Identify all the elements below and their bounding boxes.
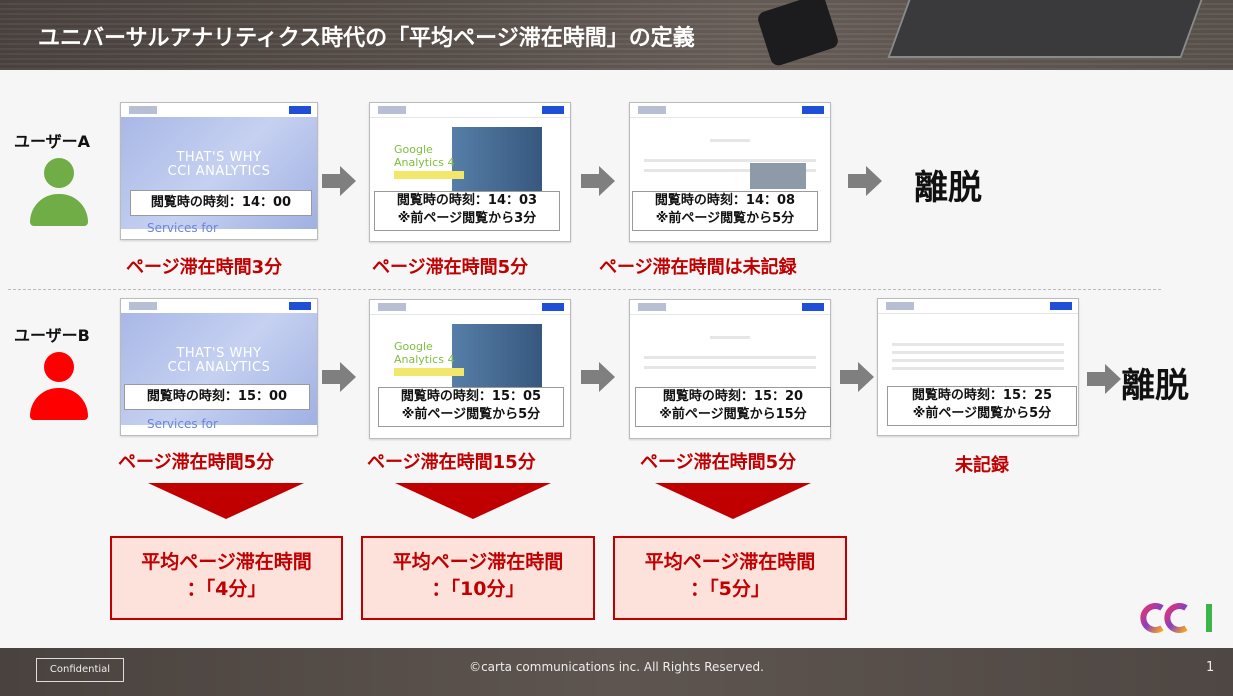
row-b-label-4: 未記録 bbox=[955, 455, 1009, 476]
cci-hero-text: THAT'S WHY CCI ANALYTICS bbox=[167, 346, 271, 375]
down-triangle-icon bbox=[655, 483, 811, 519]
row-b-exit: 離脱 bbox=[1121, 366, 1189, 406]
row-a-caption-1: 閲覧時の時刻：14：00 bbox=[130, 190, 312, 216]
user-b-label: ユーザーB bbox=[14, 326, 90, 345]
user-b-avatar bbox=[30, 352, 90, 422]
row-b-label-3: ページ滞在時間5分 bbox=[640, 452, 797, 473]
row-b-label-1: ページ滞在時間5分 bbox=[118, 452, 275, 473]
row-b-caption-2: 閲覧時の時刻：15：05 ※前ページ閲覧から5分 bbox=[378, 387, 564, 427]
page-number: 1 bbox=[1206, 660, 1215, 675]
row-b-caption-1: 閲覧時の時刻：15：00 bbox=[124, 384, 310, 410]
row-a-caption-2: 閲覧時の時刻：14：03 ※前ページ閲覧から3分 bbox=[374, 191, 560, 231]
row-b-shot-1: THAT'S WHY CCI ANALYTICS Services for bbox=[120, 298, 318, 436]
laptop-decoration bbox=[887, 0, 1205, 58]
row-a-shot-1: THAT'S WHY CCI ANALYTICS Services for bbox=[120, 102, 318, 240]
average-box-c: 平均ページ滞在時間 ：「5分」 bbox=[613, 536, 847, 620]
down-triangle-icon bbox=[395, 483, 551, 519]
arrow-right-icon bbox=[581, 362, 615, 392]
row-divider bbox=[8, 289, 1161, 290]
cci-logo bbox=[1140, 603, 1212, 633]
row-b-label-2: ページ滞在時間15分 bbox=[367, 452, 536, 473]
row-a-label-3: ページ滞在時間は未記録 bbox=[599, 257, 797, 278]
row-a-label-2: ページ滞在時間5分 bbox=[372, 257, 529, 278]
slide-title: ユニバーサルアナリティクス時代の「平均ページ滞在時間」の定義 bbox=[38, 26, 695, 51]
user-a-avatar bbox=[30, 158, 90, 228]
row-b-caption-3: 閲覧時の時刻：15：20 ※前ページ閲覧から15分 bbox=[635, 387, 831, 427]
user-a-label: ユーザーA bbox=[14, 132, 91, 151]
ga4-text: Google Analytics 4 bbox=[394, 340, 455, 366]
arrow-right-icon bbox=[581, 166, 615, 196]
row-a-exit: 離脱 bbox=[914, 168, 982, 208]
services-text: Services for bbox=[147, 417, 218, 431]
arrow-right-icon bbox=[848, 166, 882, 196]
arrow-right-icon bbox=[322, 362, 356, 392]
row-b-caption-4: 閲覧時の時刻：15：25 ※前ページ閲覧から5分 bbox=[887, 386, 1077, 426]
down-triangle-icon bbox=[148, 483, 304, 519]
arrow-right-icon bbox=[322, 166, 356, 196]
cci-hero-text: THAT'S WHY CCI ANALYTICS bbox=[167, 150, 271, 179]
arrow-right-icon bbox=[1087, 364, 1121, 394]
row-a-label-1: ページ滞在時間3分 bbox=[126, 257, 283, 278]
ga4-text: Google Analytics 4 bbox=[394, 143, 455, 169]
arrow-right-icon bbox=[840, 362, 874, 392]
average-box-a: 平均ページ滞在時間 ：「4分」 bbox=[110, 536, 343, 620]
row-a-caption-3: 閲覧時の時刻：14：08 ※前ページ閲覧から5分 bbox=[632, 191, 818, 231]
copyright-text: ©carta communications inc. All Rights Re… bbox=[469, 660, 764, 674]
services-text: Services for bbox=[147, 221, 218, 235]
average-box-b: 平均ページ滞在時間 ：「10分」 bbox=[361, 536, 595, 620]
